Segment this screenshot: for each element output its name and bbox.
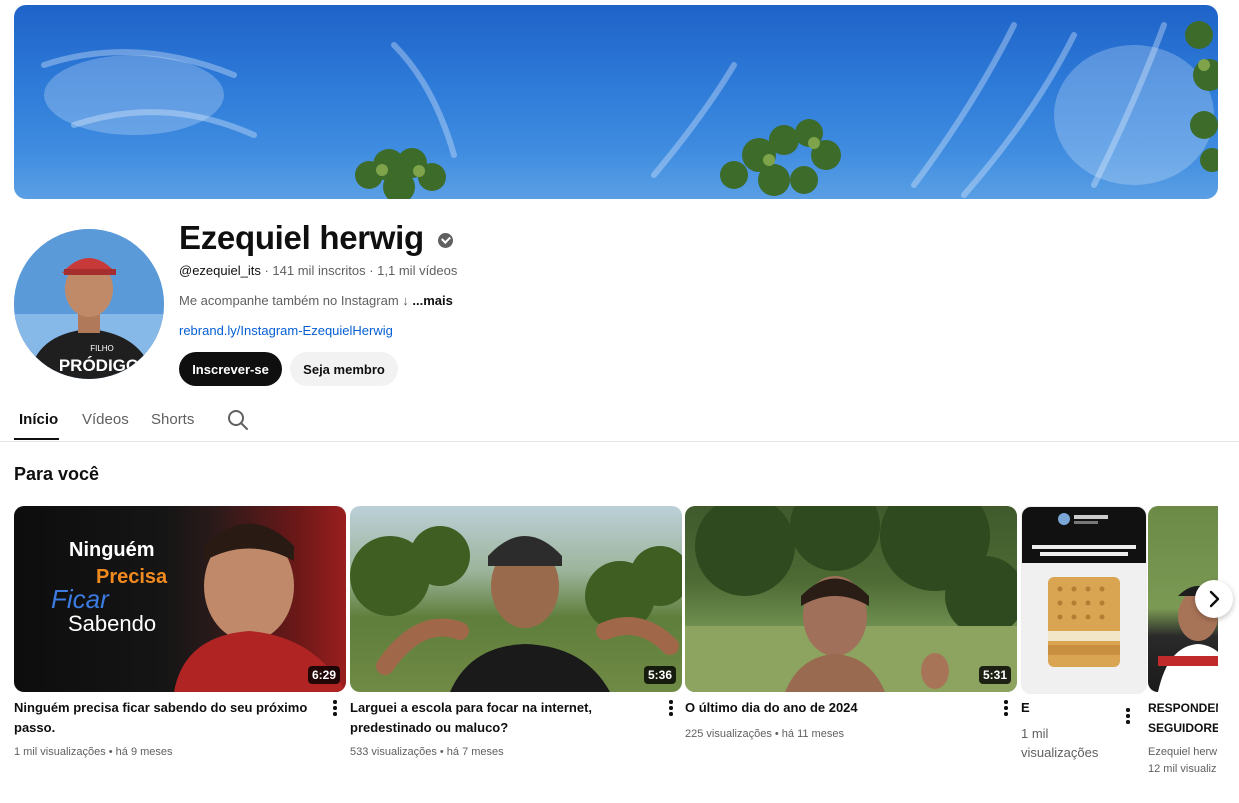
- short-card[interactable]: E 1 mil visualizações: [1021, 506, 1147, 760]
- video-meta: 533 visualizações • há 7 meses: [350, 746, 504, 758]
- carousel-next-button[interactable]: [1195, 580, 1233, 618]
- more-vert-icon[interactable]: [330, 700, 340, 718]
- channel-page: FILHO PRÓDIGO Ezequiel herwig @ezequiel_…: [0, 0, 1239, 803]
- thumbnail-image: [1022, 507, 1146, 693]
- video-card[interactable]: 5:36 Larguei a escola para focar na inte…: [350, 506, 682, 758]
- tab-shorts[interactable]: Shorts: [151, 410, 194, 430]
- video-title[interactable]: Ninguém precisa ficar sabendo do seu pró…: [14, 698, 314, 738]
- search-icon[interactable]: [226, 408, 250, 432]
- thumbnail-image: [685, 506, 1017, 692]
- subscribe-button[interactable]: Inscrever-se: [179, 352, 282, 386]
- video-card[interactable]: Ninguém Precisa Ficar Sabendo 6:29 Ningu…: [14, 506, 346, 758]
- video-duration: 5:36: [643, 666, 676, 684]
- video-thumbnail[interactable]: Ninguém Precisa Ficar Sabendo 6:29: [14, 506, 346, 692]
- video-title[interactable]: RESPONDEN SEGUIDORE: [1148, 698, 1218, 738]
- avatar-shirt-text-bottom: PRÓDIGO: [59, 356, 139, 375]
- channel-name: Ezequiel herwig: [179, 219, 424, 256]
- more-vert-icon[interactable]: [666, 700, 676, 718]
- channel-tabs: Início Vídeos Shorts: [0, 400, 1239, 442]
- video-title[interactable]: O último dia do ano de 2024: [685, 698, 985, 718]
- tab-videos[interactable]: Vídeos: [82, 410, 129, 430]
- short-meta-line-2: visualizações: [1021, 745, 1099, 760]
- video-title[interactable]: Larguei a escola para focar na internet,…: [350, 698, 662, 738]
- chevron-right-icon: [1209, 590, 1220, 608]
- short-title[interactable]: E: [1021, 698, 1121, 718]
- short-meta-line-1: 1 mil: [1021, 726, 1049, 741]
- tab-inicio[interactable]: Início: [19, 410, 58, 430]
- thumb-text-3: Ficar: [51, 584, 110, 614]
- channel-header: Ezequiel herwig: [179, 216, 453, 260]
- channel-description[interactable]: Me acompanhe também no Instagram ↓ ...ma…: [179, 292, 453, 310]
- channel-avatar[interactable]: FILHO PRÓDIGO: [14, 229, 164, 379]
- thumbnail-image: Ninguém Precisa Ficar Sabendo: [51, 523, 346, 692]
- channel-meta: @ezequiel_its · 141 mil inscritos · 1,1 …: [179, 262, 457, 280]
- description-text: Me acompanhe também no Instagram ↓: [179, 293, 409, 308]
- video-card[interactable]: RESPONDEN SEGUIDORE Ezequiel herw 12 mil…: [1148, 506, 1218, 786]
- join-membership-button[interactable]: Seja membro: [290, 352, 398, 386]
- video-card[interactable]: 5:31 O último dia do ano de 2024 225 vis…: [685, 506, 1017, 740]
- video-thumbnail[interactable]: 5:31: [685, 506, 1017, 692]
- channel-link[interactable]: rebrand.ly/Instagram-EzequielHerwig: [179, 322, 393, 340]
- video-duration: 5:31: [978, 666, 1011, 684]
- video-meta: 12 mil visualiz: [1148, 763, 1217, 775]
- video-duration: 6:29: [307, 666, 340, 684]
- thumb-text-4: Sabendo: [68, 611, 156, 636]
- thumbnail-image: [350, 526, 682, 692]
- video-meta: 225 visualizações • há 11 meses: [685, 728, 844, 740]
- more-vert-icon[interactable]: [1001, 700, 1011, 718]
- banner-sky-image: [41, 21, 1218, 199]
- video-channel[interactable]: Ezequiel herw: [1148, 744, 1217, 760]
- more-link[interactable]: ...mais: [412, 293, 452, 308]
- short-thumbnail[interactable]: [1021, 506, 1147, 694]
- channel-stats: · 141 mil inscritos · 1,1 mil vídeos: [264, 263, 458, 278]
- video-meta: 1 mil visualizações • há 9 meses: [14, 746, 173, 758]
- avatar-shirt-text-top: FILHO: [90, 344, 114, 353]
- avatar-image: FILHO PRÓDIGO: [14, 229, 164, 379]
- video-thumbnail[interactable]: 5:36: [350, 506, 682, 692]
- active-tab-indicator: [14, 438, 59, 440]
- section-title: Para você: [14, 464, 100, 484]
- channel-banner: [14, 5, 1218, 199]
- channel-handle: @ezequiel_its: [179, 263, 261, 278]
- thumb-text-1: Ninguém: [69, 539, 155, 561]
- more-vert-icon[interactable]: [1123, 708, 1133, 726]
- verified-check-icon: [437, 232, 453, 248]
